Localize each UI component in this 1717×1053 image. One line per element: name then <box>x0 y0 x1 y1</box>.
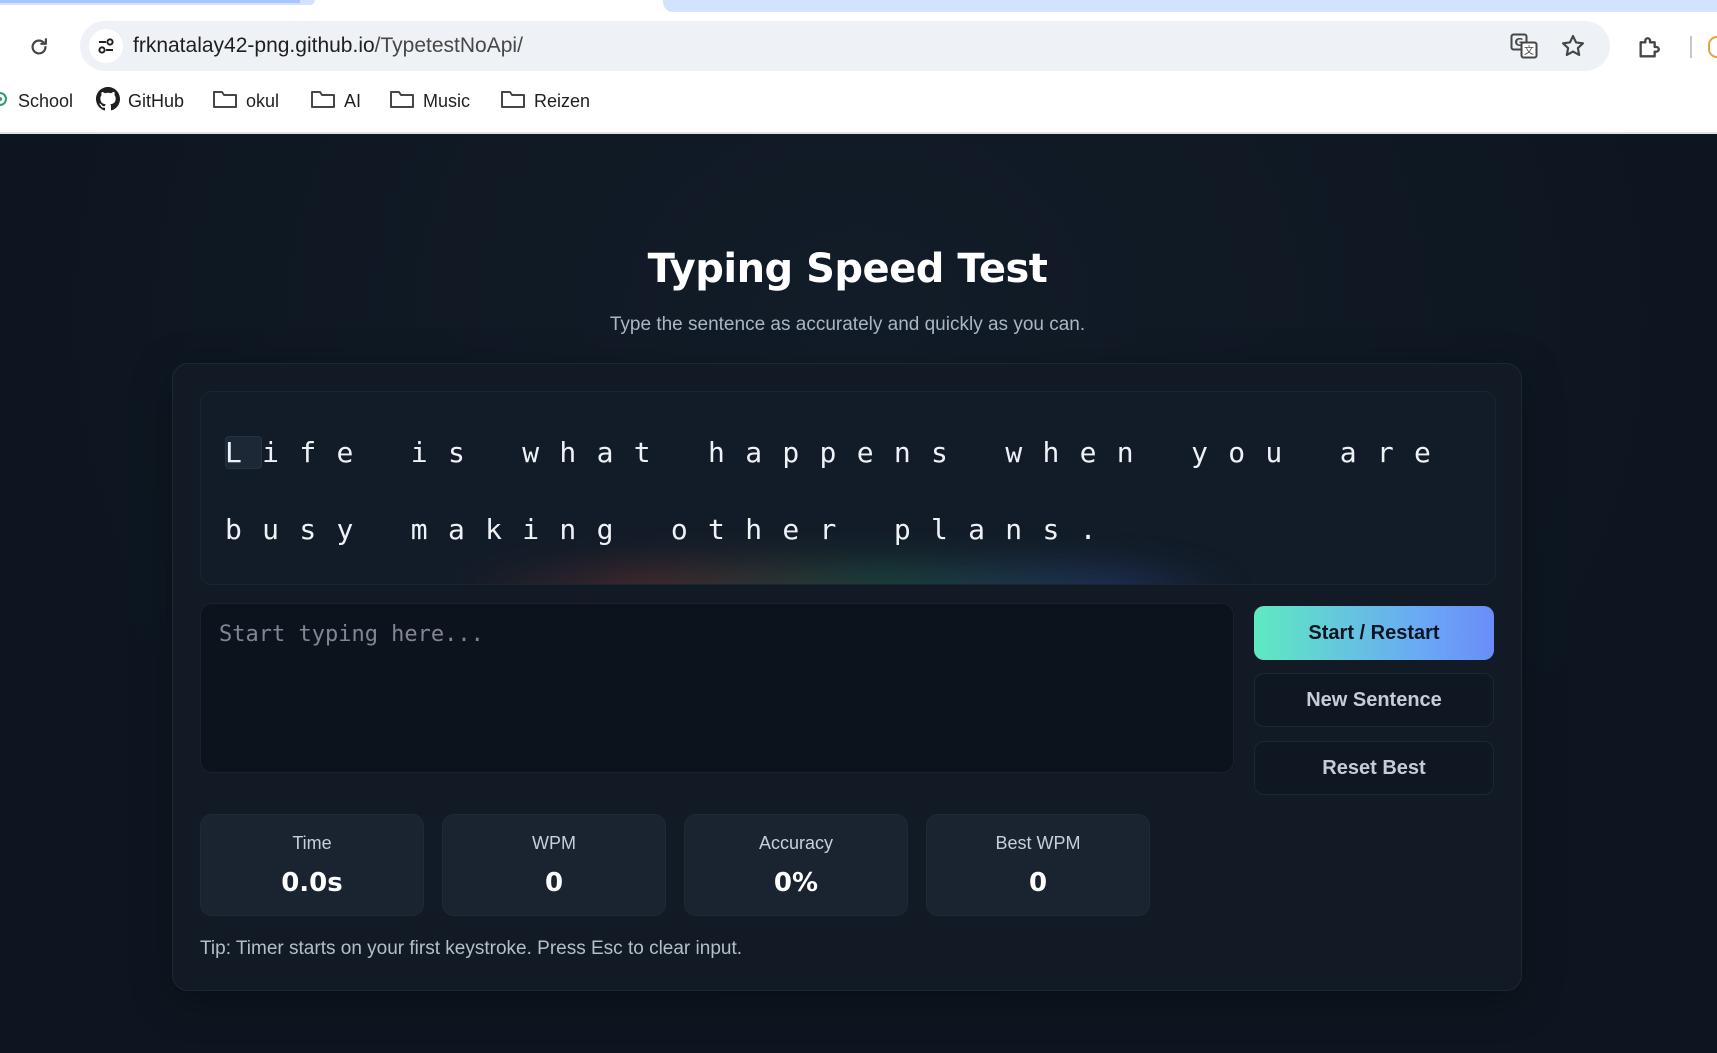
reload-icon[interactable] <box>24 32 54 62</box>
folder-icon <box>389 88 415 115</box>
stat-value: 0% <box>773 868 819 898</box>
page-subtitle: Type the sentence as accurately and quic… <box>609 314 1086 335</box>
page-body: Typing Speed Test Type the sentence as a… <box>0 134 1717 1053</box>
stat-label: WPM <box>532 833 576 853</box>
tab-strip <box>0 0 1717 12</box>
school-icon <box>0 88 10 115</box>
bookmark-school[interactable]: School <box>0 86 73 116</box>
extensions-puzzle-icon[interactable] <box>1636 33 1664 61</box>
url-text[interactable]: frknatalay42-png.github.io/TypetestNoApi… <box>133 34 523 58</box>
bookmark-label: GitHub <box>128 90 185 111</box>
target-sentence: Life is what happens when you are busy m… <box>225 414 1475 568</box>
bookmark-label: okul <box>246 90 280 111</box>
stat-best-wpm: Best WPM 0 <box>926 814 1150 916</box>
bookmark-folder-ai[interactable]: AI <box>310 86 361 116</box>
svg-text:文: 文 <box>1524 44 1534 57</box>
bookmark-github[interactable]: GitHub <box>96 86 184 116</box>
current-character: L <box>225 436 263 469</box>
stat-value: 0.0s <box>281 868 343 898</box>
tab-accent <box>0 0 300 3</box>
github-icon <box>96 86 120 116</box>
folder-icon <box>212 88 238 115</box>
profile-avatar-icon[interactable] <box>1708 36 1717 58</box>
bookmark-label: School <box>18 90 74 111</box>
typing-input[interactable] <box>200 603 1234 773</box>
stat-time: Time 0.0s <box>200 814 424 916</box>
stat-wpm: WPM 0 <box>442 814 666 916</box>
translate-icon[interactable]: G文 <box>1510 33 1538 59</box>
sentence-display: Life is what happens when you are busy m… <box>200 391 1496 585</box>
bookmark-star-icon[interactable] <box>1560 33 1586 59</box>
folder-icon <box>310 88 336 115</box>
bookmarks-bar: School GitHub okul AI Music Reizen <box>0 86 1717 116</box>
bookmark-label: AI <box>344 90 362 111</box>
stat-value: 0 <box>544 868 564 898</box>
stat-label: Accuracy <box>758 833 834 853</box>
active-tab-edge[interactable] <box>0 0 315 5</box>
address-bar[interactable]: frknatalay42-png.github.io/TypetestNoApi… <box>80 21 1610 71</box>
bookmark-folder-reizen[interactable]: Reizen <box>500 86 590 116</box>
reset-best-button[interactable]: Reset Best <box>1254 741 1494 795</box>
stat-value: 0 <box>1028 868 1048 898</box>
browser-chrome: frknatalay42-png.github.io/TypetestNoApi… <box>0 0 1717 134</box>
site-info-icon[interactable] <box>89 29 123 63</box>
url-domain: frknatalay42-png.github.io <box>133 34 375 57</box>
bookmark-label: Reizen <box>534 90 591 111</box>
bookmark-folder-okul[interactable]: okul <box>212 86 279 116</box>
page-title: Typing Speed Test <box>647 246 1048 292</box>
bookmark-folder-music[interactable]: Music <box>389 86 470 116</box>
remaining-sentence: ife is what happens when you are busy ma… <box>225 436 1452 546</box>
toolbar-divider <box>1690 36 1692 58</box>
typing-test-card: Life is what happens when you are busy m… <box>172 363 1522 991</box>
folder-icon <box>500 88 526 115</box>
new-sentence-button[interactable]: New Sentence <box>1254 673 1494 727</box>
inactive-tab-edge[interactable] <box>663 0 1717 12</box>
bookmark-label: Music <box>423 90 471 111</box>
tip-text: Tip: Timer starts on your first keystrok… <box>200 938 743 959</box>
url-path: /TypetestNoApi/ <box>374 34 523 57</box>
start-restart-button[interactable]: Start / Restart <box>1254 606 1494 660</box>
stat-accuracy: Accuracy 0% <box>684 814 908 916</box>
stat-label: Time <box>292 833 332 853</box>
stat-label: Best WPM <box>995 833 1081 853</box>
